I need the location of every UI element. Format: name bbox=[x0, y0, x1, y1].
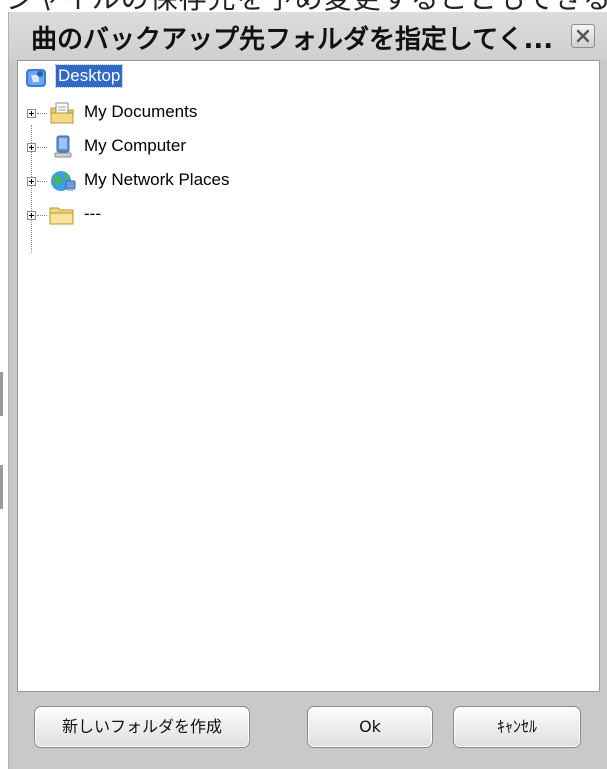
tree-connector bbox=[37, 181, 47, 182]
new-folder-button[interactable]: 新しいフォルダを作成 bbox=[34, 706, 250, 748]
tree-item-my-computer[interactable]: My Computer bbox=[18, 134, 358, 160]
dialog-title: 曲のバックアップ先フォルダを指定してく... bbox=[31, 25, 554, 55]
tree-item-label: My Network Places bbox=[84, 170, 230, 189]
ok-button[interactable]: Ok bbox=[307, 706, 433, 748]
tree-item-folder[interactable]: --- bbox=[18, 202, 218, 228]
close-icon bbox=[576, 29, 590, 43]
tree-connector bbox=[37, 147, 47, 148]
tree-item-label: My Documents bbox=[84, 102, 198, 121]
dialog-titlebar[interactable]: 曲のバックアップ先フォルダを指定してく... bbox=[9, 12, 607, 60]
folder-browse-dialog: 曲のバックアップ先フォルダを指定してく... Desktop My Docume… bbox=[8, 12, 607, 769]
documents-folder-icon bbox=[50, 102, 74, 124]
window-edge-mark bbox=[0, 372, 3, 416]
tree-item-label: My Computer bbox=[84, 136, 187, 155]
network-places-icon bbox=[51, 171, 76, 191]
cancel-button[interactable]: ｷｬﾝｾﾙ bbox=[453, 706, 581, 748]
tree-item-label: Desktop bbox=[54, 64, 124, 88]
folder-tree[interactable]: Desktop My Documents My Computer My Netw… bbox=[17, 60, 600, 692]
close-button[interactable] bbox=[571, 24, 595, 48]
expand-toggle[interactable] bbox=[27, 177, 36, 186]
window-edge-mark bbox=[0, 465, 3, 509]
desktop-folder-icon bbox=[26, 69, 46, 87]
tree-item-my-network-places[interactable]: My Network Places bbox=[18, 168, 378, 194]
folder-icon bbox=[49, 207, 74, 225]
expand-toggle[interactable] bbox=[27, 211, 36, 220]
tree-item-desktop[interactable]: Desktop bbox=[18, 64, 318, 91]
expand-toggle[interactable] bbox=[27, 143, 36, 152]
computer-icon bbox=[54, 135, 72, 158]
tree-item-my-documents[interactable]: My Documents bbox=[18, 100, 358, 126]
tree-item-label: --- bbox=[84, 204, 101, 223]
expand-toggle[interactable] bbox=[27, 109, 36, 118]
tree-connector bbox=[37, 113, 47, 114]
tree-connector bbox=[37, 215, 47, 216]
